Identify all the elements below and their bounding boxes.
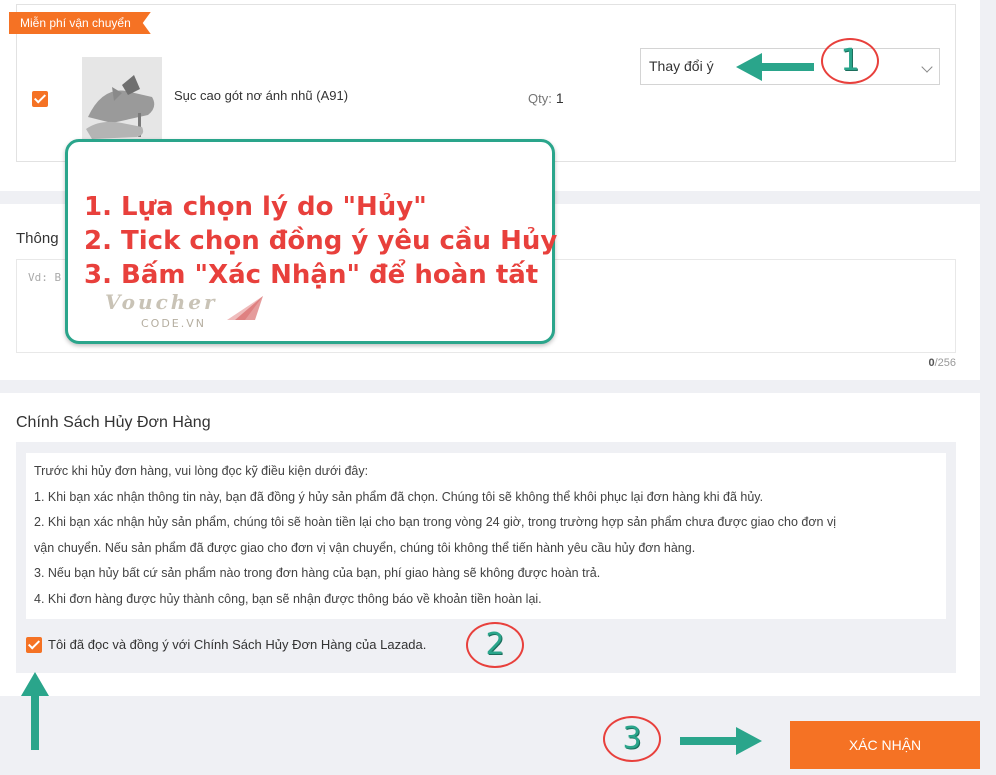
- counter-max: /256: [934, 357, 956, 369]
- chevron-down-icon: [921, 61, 933, 73]
- quantity: Qty: 1: [528, 90, 564, 106]
- agree-policy-checkbox[interactable]: [26, 637, 42, 653]
- cancel-reason-value: Thay đổi ý: [649, 58, 714, 74]
- agree-policy-label[interactable]: Tôi đã đọc và đồng ý với Chính Sách Hủy …: [48, 637, 426, 652]
- policy-line: vận chuyển. Nếu sản phẩm đã được giao ch…: [34, 540, 696, 555]
- policy-line: 2. Khi bạn xác nhận hủy sản phẩm, chúng …: [34, 515, 837, 529]
- qty-value: 1: [555, 90, 564, 106]
- product-thumbnail: [82, 57, 162, 147]
- instruction-step: 3. Bấm "Xác Nhận" để hoàn tất: [84, 260, 539, 290]
- instruction-step: 1. Lựa chọn lý do "Hủy": [84, 192, 427, 222]
- step-3-badge: 3: [603, 716, 661, 762]
- step-2-badge: 2: [466, 622, 524, 668]
- free-shipping-ribbon: Miễn phí vận chuyển: [9, 12, 151, 34]
- product-name[interactable]: Sục cao gót nơ ánh nhũ (A91): [174, 88, 348, 103]
- instruction-step: 2. Tick chọn đồng ý yêu cầu Hủy: [84, 226, 558, 256]
- arrow-right-icon: [680, 727, 762, 755]
- item-select-checkbox[interactable]: [32, 91, 48, 107]
- character-counter: 0/256: [928, 357, 956, 369]
- watermark-mark-icon: [227, 296, 263, 320]
- qty-label: Qty:: [528, 91, 552, 106]
- policy-line: Trước khi hủy đơn hàng, vui lòng đọc kỹ …: [34, 464, 369, 478]
- policy-line: 4. Khi đơn hàng được hủy thành công, bạn…: [34, 591, 542, 606]
- step-1-badge: 1: [821, 38, 879, 84]
- policy-title: Chính Sách Hủy Đơn Hàng: [16, 414, 211, 431]
- watermark-subtext: CODE.VN: [141, 317, 207, 330]
- confirm-button[interactable]: XÁC NHẬN: [790, 721, 980, 769]
- info-label: Thông: [16, 230, 59, 247]
- policy-text: Trước khi hủy đơn hàng, vui lòng đọc kỹ …: [26, 453, 946, 619]
- watermark-logo: Voucher CODE.VN: [105, 290, 265, 340]
- policy-line: 1. Khi bạn xác nhận thông tin này, bạn đ…: [34, 489, 764, 504]
- arrow-left-icon: [736, 53, 814, 81]
- arrow-up-icon: [21, 672, 49, 750]
- watermark-text: Voucher: [105, 290, 218, 314]
- policy-line: 3. Nếu bạn hủy bất cứ sản phẩm nào trong…: [34, 566, 601, 580]
- textarea-placeholder: Vd: B: [28, 271, 62, 284]
